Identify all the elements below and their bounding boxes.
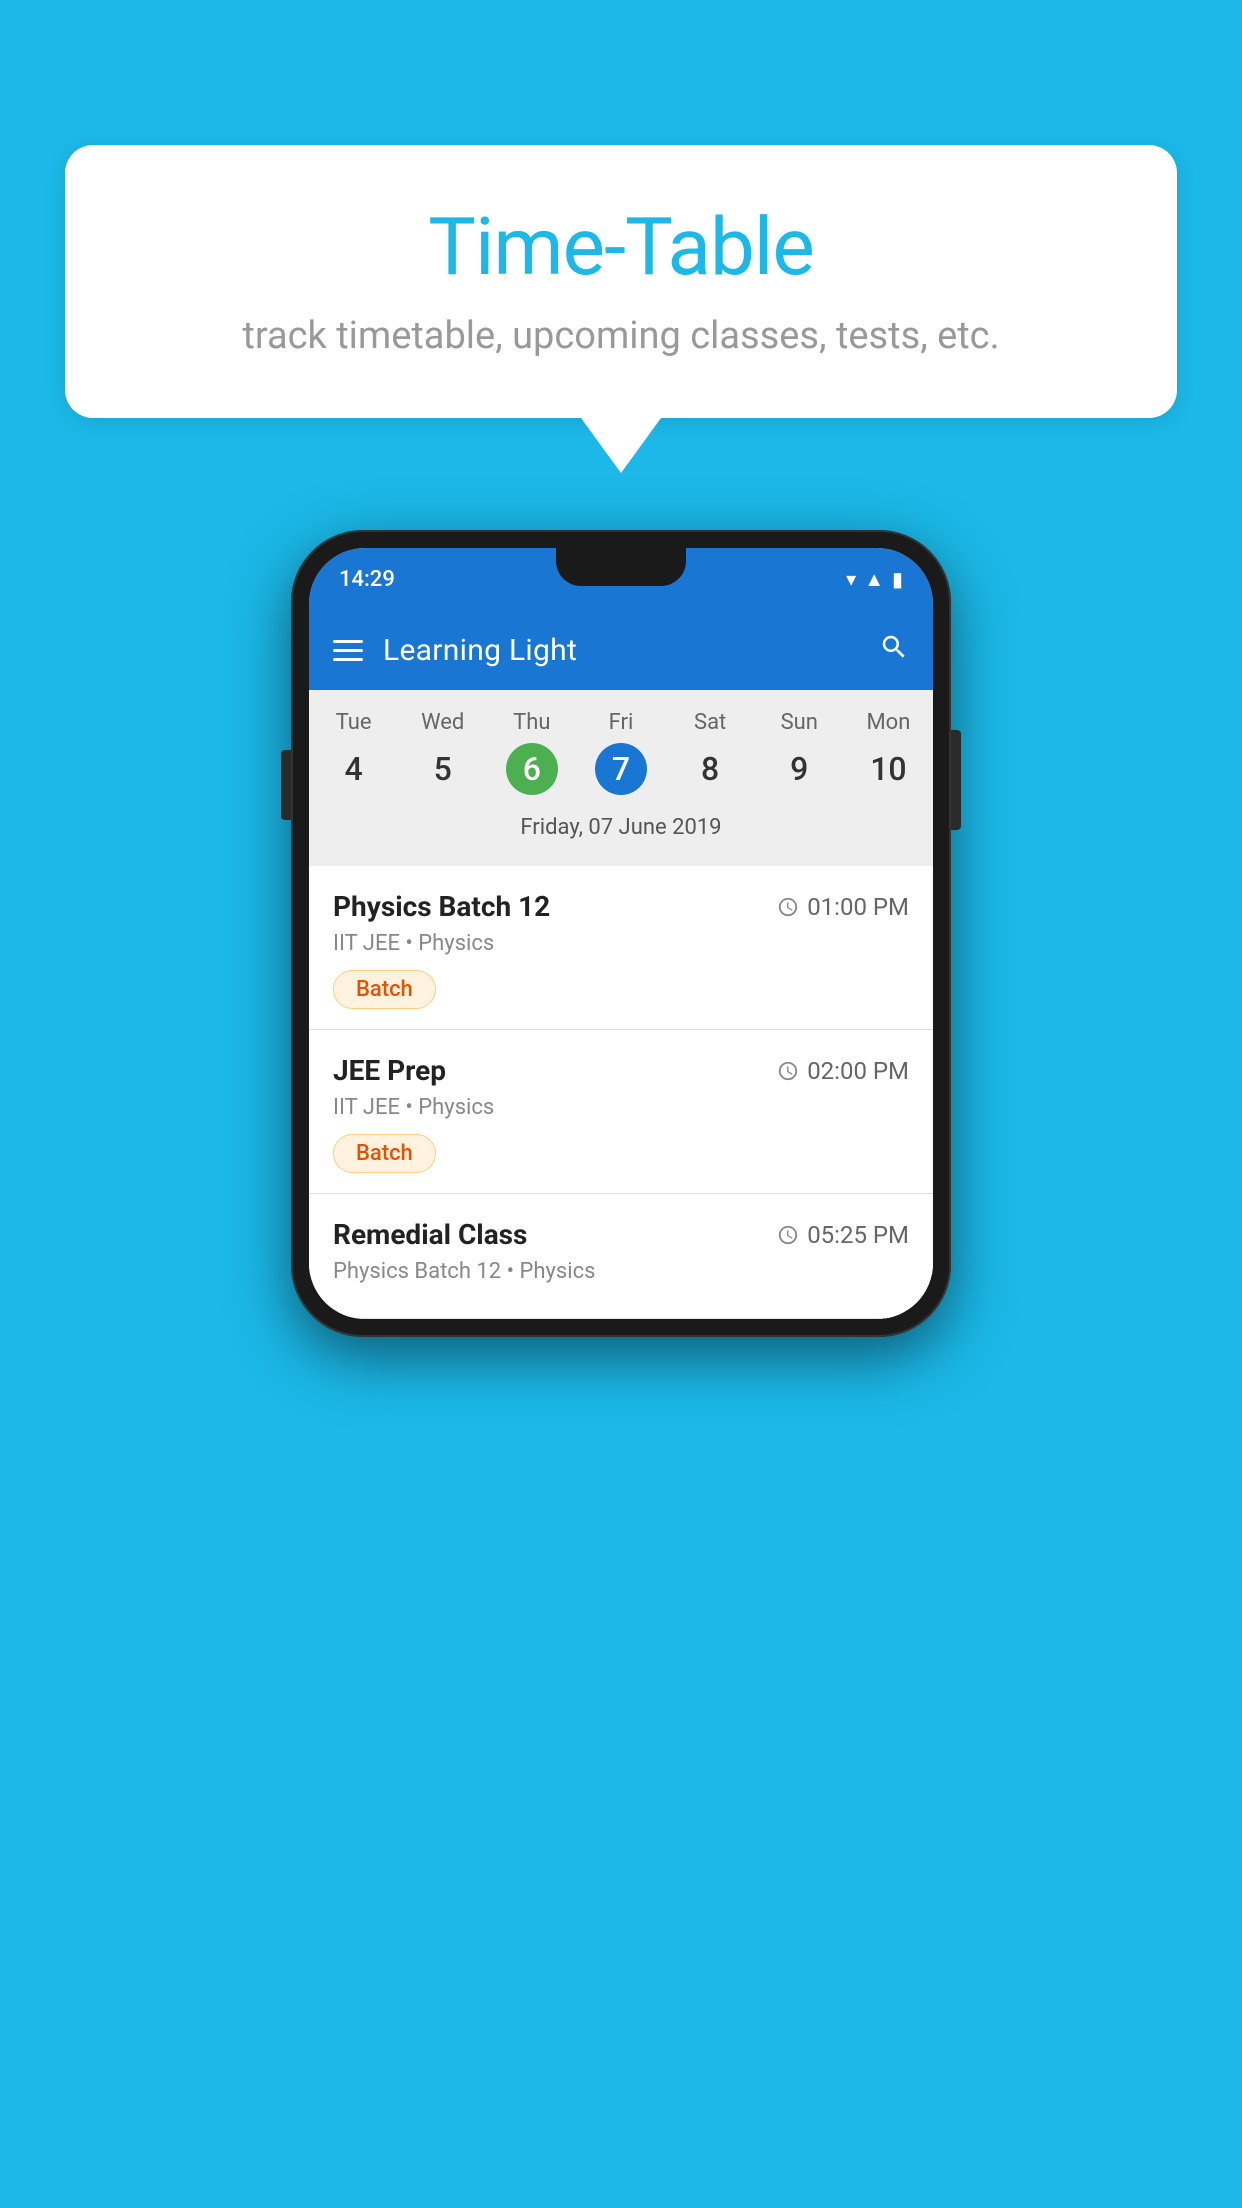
day-name: Thu [513, 710, 550, 735]
day-cell-fri[interactable]: Fri 7 [579, 710, 663, 795]
schedule-item-subtitle: Physics Batch 12 • Physics [333, 1259, 909, 1284]
day-cell-sat[interactable]: Sat 8 [668, 710, 752, 795]
speech-bubble-container: Time-Table track timetable, upcoming cla… [65, 145, 1177, 473]
day-number: 6 [506, 743, 558, 795]
speech-bubble-arrow [581, 418, 661, 473]
menu-button[interactable] [333, 640, 363, 661]
schedule-item-title: JEE Prep [333, 1054, 446, 1087]
schedule-item-title: Physics Batch 12 [333, 890, 550, 923]
schedule-item-time: 05:25 PM [777, 1221, 909, 1249]
selected-date-label: Friday, 07 June 2019 [309, 807, 933, 856]
schedule-item-time: 02:00 PM [777, 1057, 909, 1085]
status-bar: 14:29 ▾ ▲ ▮ [309, 548, 933, 610]
day-name: Mon [866, 710, 910, 735]
speech-bubble-subtitle: track timetable, upcoming classes, tests… [135, 314, 1107, 358]
batch-badge: Batch [333, 1134, 436, 1173]
schedule-item-subtitle: IIT JEE • Physics [333, 931, 909, 956]
day-number: 10 [862, 743, 914, 795]
day-number: 8 [684, 743, 736, 795]
phone-mockup: 14:29 ▾ ▲ ▮ Learning Light [291, 530, 951, 1337]
day-name: Fri [609, 710, 634, 735]
clock-icon [777, 1224, 799, 1246]
battery-icon: ▮ [892, 567, 903, 591]
clock-icon [777, 896, 799, 918]
schedule-item[interactable]: Remedial Class 05:25 PM Physics Batch 12… [309, 1194, 933, 1319]
day-name: Sat [694, 710, 726, 735]
app-title: Learning Light [383, 633, 577, 668]
day-name: Tue [336, 710, 372, 735]
schedule-item[interactable]: JEE Prep 02:00 PM IIT JEE • Physics Batc… [309, 1030, 933, 1194]
day-cell-sun[interactable]: Sun 9 [757, 710, 841, 795]
schedule-item[interactable]: Physics Batch 12 01:00 PM IIT JEE • Phys… [309, 866, 933, 1030]
schedule-item-title: Remedial Class [333, 1218, 527, 1251]
schedule-item-time: 01:00 PM [777, 893, 909, 921]
day-cell-tue[interactable]: Tue 4 [312, 710, 396, 795]
schedule-item-header: JEE Prep 02:00 PM [333, 1054, 909, 1087]
speech-bubble-title: Time-Table [135, 200, 1107, 294]
day-number: 7 [595, 743, 647, 795]
status-icons: ▾ ▲ ▮ [846, 567, 903, 592]
wifi-icon: ▾ [846, 567, 856, 591]
app-bar: Learning Light [309, 610, 933, 690]
day-number: 4 [328, 743, 380, 795]
clock-icon [777, 1060, 799, 1082]
app-bar-left: Learning Light [333, 633, 577, 668]
search-button[interactable] [879, 632, 909, 669]
status-time: 14:29 [339, 567, 395, 592]
day-name: Wed [421, 710, 464, 735]
schedule-list: Physics Batch 12 01:00 PM IIT JEE • Phys… [309, 866, 933, 1319]
signal-icon: ▲ [864, 567, 884, 592]
calendar-strip: Tue 4 Wed 5 Thu 6 Fri 7 Sat 8 Sun 9 Mon 10 Friday, 07… [309, 690, 933, 866]
phone-screen: 14:29 ▾ ▲ ▮ Learning Light [309, 548, 933, 1319]
schedule-item-header: Remedial Class 05:25 PM [333, 1218, 909, 1251]
day-cell-mon[interactable]: Mon 10 [846, 710, 930, 795]
day-cell-thu[interactable]: Thu 6 [490, 710, 574, 795]
day-number: 5 [417, 743, 469, 795]
day-cell-wed[interactable]: Wed 5 [401, 710, 485, 795]
day-name: Sun [781, 710, 818, 735]
speech-bubble: Time-Table track timetable, upcoming cla… [65, 145, 1177, 418]
batch-badge: Batch [333, 970, 436, 1009]
phone-outer: 14:29 ▾ ▲ ▮ Learning Light [291, 530, 951, 1337]
schedule-item-subtitle: IIT JEE • Physics [333, 1095, 909, 1120]
days-row: Tue 4 Wed 5 Thu 6 Fri 7 Sat 8 Sun 9 Mon 10 [309, 710, 933, 795]
day-number: 9 [773, 743, 825, 795]
schedule-item-header: Physics Batch 12 01:00 PM [333, 890, 909, 923]
